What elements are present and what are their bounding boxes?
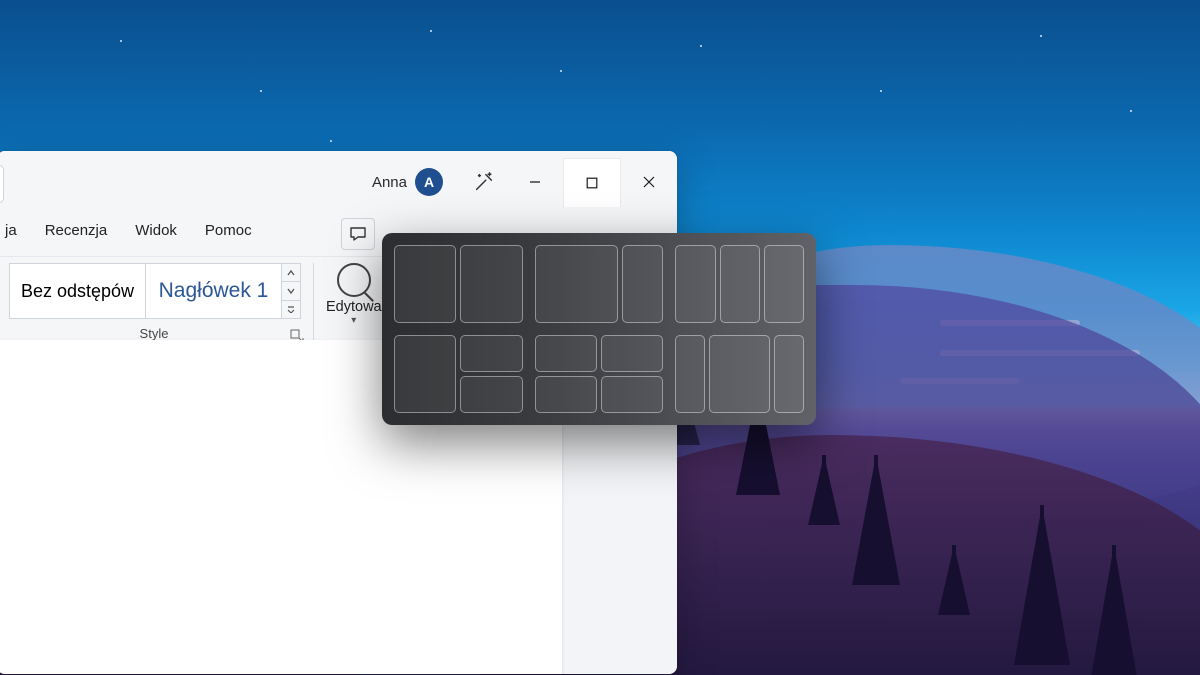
snap-layout-two-even	[394, 245, 523, 323]
maximize-icon	[586, 177, 598, 189]
snap-zone[interactable]	[460, 335, 522, 372]
account-name: Anna	[372, 174, 407, 191]
chevron-down-icon	[282, 282, 300, 300]
search-icon	[337, 263, 371, 297]
snap-zone[interactable]	[394, 245, 456, 323]
ribbon-tab-review[interactable]: Recenzja	[31, 216, 122, 245]
snap-zone[interactable]	[535, 376, 597, 413]
ribbon-group-label: Style	[9, 326, 299, 341]
snap-layout-left-stack	[394, 335, 523, 413]
snap-layout-three-center-wide	[675, 335, 804, 413]
coming-soon-button[interactable]	[461, 171, 507, 193]
close-icon	[643, 176, 655, 188]
snap-zone[interactable]	[764, 245, 804, 323]
snap-zone[interactable]	[709, 335, 769, 413]
style-tile-no-spacing[interactable]: Bez odstępów	[9, 263, 145, 319]
chevron-up-icon	[282, 264, 300, 282]
snap-zone[interactable]	[720, 245, 760, 323]
snap-zone[interactable]	[601, 335, 663, 372]
snap-zone[interactable]	[535, 245, 618, 323]
snap-zone[interactable]	[460, 245, 522, 323]
snap-layout-two-wide-narrow	[535, 245, 664, 323]
snap-zone[interactable]	[675, 335, 705, 413]
snap-layouts-flyout	[382, 233, 816, 425]
snap-zone[interactable]	[394, 335, 456, 413]
account-button[interactable]: Anna A	[372, 168, 461, 196]
ribbon-divider	[313, 263, 314, 341]
snap-zone[interactable]	[774, 335, 804, 413]
window-maximize-button[interactable]	[563, 158, 621, 207]
style-tile-heading1[interactable]: Nagłówek 1	[145, 263, 282, 319]
ribbon-group-styles: Bez odstępów Nagłówek 1 Style	[9, 263, 301, 341]
comments-button[interactable]	[341, 218, 375, 250]
editing-label: Edytowa	[326, 299, 382, 315]
ribbon-tab-partial[interactable]: ja	[3, 216, 31, 245]
ribbon-tab-view[interactable]: Widok	[121, 216, 191, 245]
wand-icon	[473, 171, 495, 193]
comment-icon	[349, 226, 367, 242]
minimize-icon	[529, 176, 541, 188]
snap-zone[interactable]	[460, 376, 522, 413]
window-minimize-button[interactable]	[507, 158, 563, 206]
snap-zone[interactable]	[601, 376, 663, 413]
window-close-button[interactable]	[621, 158, 677, 206]
snap-layout-quad	[535, 335, 664, 413]
titlebar[interactable]: Anna A	[0, 151, 677, 214]
ribbon-group-editing[interactable]: Edytowa ▾	[326, 257, 382, 326]
snap-zone[interactable]	[622, 245, 664, 323]
avatar: A	[415, 168, 443, 196]
chevron-down-icon: ▾	[351, 315, 356, 326]
ribbon-tab-help[interactable]: Pomoc	[191, 216, 266, 245]
snap-zone[interactable]	[535, 335, 597, 372]
more-icon	[282, 301, 300, 318]
titlebar-search-box[interactable]	[0, 165, 4, 203]
snap-zone[interactable]	[675, 245, 715, 323]
styles-gallery-expand[interactable]	[282, 263, 301, 319]
snap-layout-three-columns	[675, 245, 804, 323]
